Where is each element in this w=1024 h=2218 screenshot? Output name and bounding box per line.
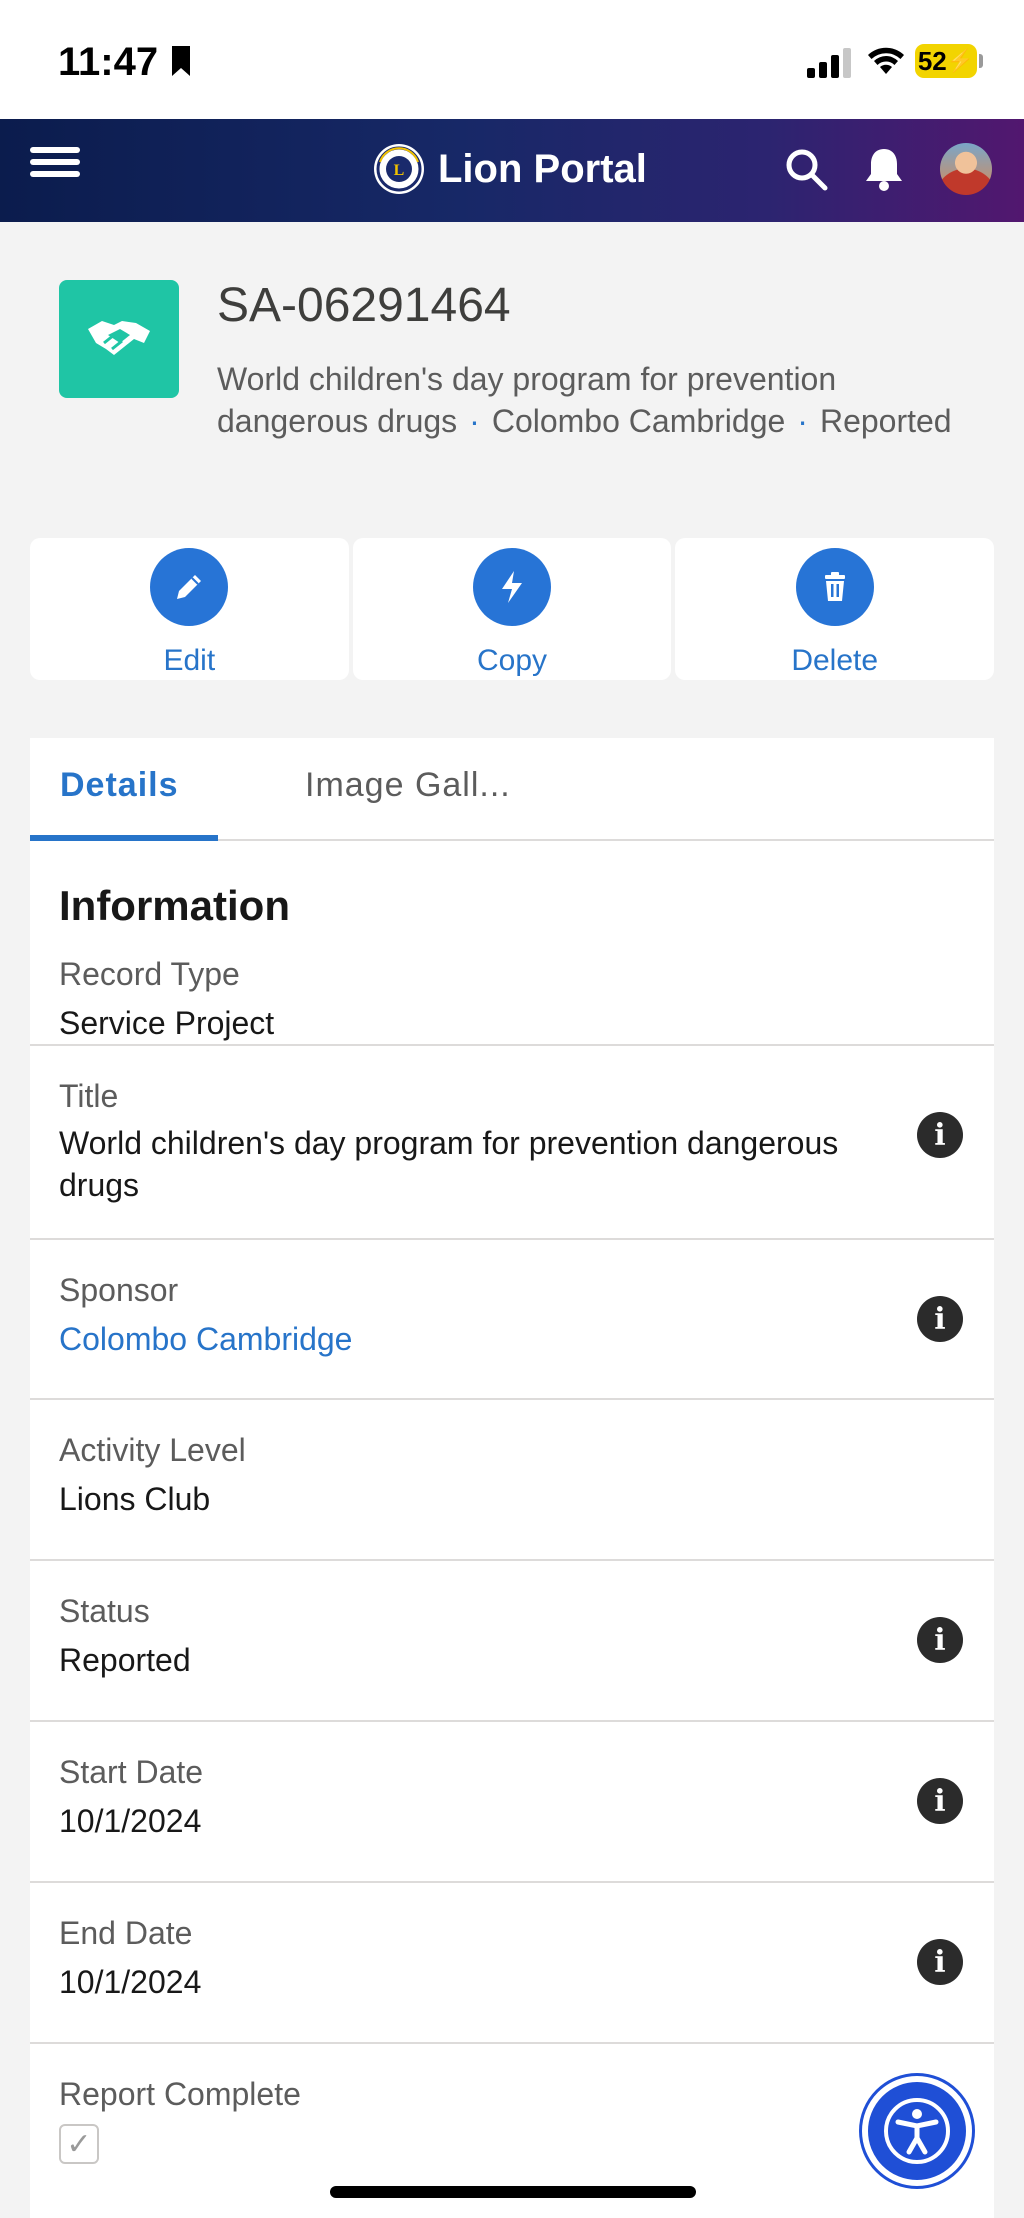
- battery-cap: [979, 54, 983, 68]
- report-complete-checkbox: ✓: [59, 2124, 99, 2164]
- record-subtitle: World children's day program for prevent…: [217, 358, 957, 442]
- avatar[interactable]: [940, 143, 992, 195]
- field-record-type: Record Type Service Project: [30, 938, 994, 1046]
- active-tab-indicator: [30, 835, 218, 841]
- field-label: Activity Level: [59, 1432, 246, 1468]
- details-card: Details Image Gall... Information Record…: [30, 738, 994, 2218]
- field-status: Status Reported i: [30, 1561, 994, 1722]
- record-id: SA-06291464: [217, 279, 511, 332]
- home-indicator: [330, 2186, 696, 2198]
- app-name: Lion Portal: [438, 146, 647, 191]
- section-title: Information: [59, 882, 290, 929]
- field-value: Lions Club: [59, 1481, 211, 1517]
- field-label: Start Date: [59, 1754, 204, 1790]
- search-icon[interactable]: [782, 145, 830, 193]
- battery-level: 52: [917, 45, 947, 76]
- status-time: 11:47: [58, 40, 159, 84]
- battery-indicator: 52 ⚡: [915, 44, 977, 78]
- handshake-icon: [88, 321, 150, 355]
- info-icon[interactable]: i: [917, 1112, 963, 1158]
- tab-image-gallery[interactable]: Image Gall...: [305, 766, 511, 805]
- subtitle-status: Reported: [819, 403, 952, 439]
- wifi-icon: [868, 47, 904, 74]
- bell-icon[interactable]: [858, 143, 910, 195]
- copy-label: Copy: [476, 644, 548, 677]
- accessibility-button[interactable]: [862, 2076, 972, 2186]
- field-start-date: Start Date 10/1/2024 i: [30, 1722, 994, 1883]
- cellular-signal-icon: [807, 48, 851, 78]
- sponsor-link[interactable]: Colombo Cambridge: [59, 1318, 352, 1360]
- field-value: Service Project: [59, 1005, 275, 1041]
- separator-dot: ·: [469, 403, 480, 439]
- field-label: Report Complete: [59, 2076, 301, 2112]
- pencil-icon: [150, 548, 229, 626]
- field-label: End Date: [59, 1915, 193, 1951]
- field-label: Status: [59, 1593, 150, 1629]
- tab-details[interactable]: Details: [60, 766, 179, 805]
- delete-button[interactable]: Delete: [675, 538, 995, 680]
- edit-button[interactable]: Edit: [30, 538, 349, 680]
- accessibility-icon: [884, 2098, 950, 2164]
- field-label: Record Type: [59, 956, 240, 992]
- field-value: 10/1/2024: [59, 1803, 202, 1839]
- field-value: Reported: [59, 1642, 191, 1678]
- field-value: World children's day program for prevent…: [59, 1125, 839, 1203]
- status-bar: 11:47 52 ⚡: [0, 0, 1024, 119]
- copy-button[interactable]: Copy: [352, 538, 672, 680]
- info-icon[interactable]: i: [917, 1296, 963, 1342]
- field-label: Title: [59, 1078, 119, 1114]
- svg-text:L: L: [394, 162, 405, 179]
- service-activity-icon: [59, 280, 179, 398]
- delete-label: Delete: [791, 644, 879, 677]
- field-value: 10/1/2024: [59, 1964, 202, 2000]
- separator-dot: ·: [797, 403, 808, 439]
- tab-bar: Details Image Gall...: [30, 738, 994, 841]
- field-title: Title World children's day program for p…: [30, 1046, 994, 1240]
- lions-logo-icon: L: [374, 144, 424, 194]
- bookmark-icon: [172, 46, 190, 76]
- subtitle-sponsor: Colombo Cambridge: [491, 403, 786, 439]
- app-header: L Lion Portal: [0, 119, 1024, 222]
- field-activity-level: Activity Level Lions Club: [30, 1400, 994, 1561]
- menu-icon[interactable]: [30, 141, 80, 191]
- field-end-date: End Date 10/1/2024 i: [30, 1883, 994, 2044]
- action-bar: Edit Copy Delete: [30, 538, 995, 680]
- brand: L Lion Portal: [372, 139, 647, 199]
- trash-icon: [795, 548, 874, 626]
- field-label: Sponsor: [59, 1272, 179, 1308]
- field-sponsor: Sponsor Colombo Cambridge i: [30, 1240, 994, 1400]
- info-icon[interactable]: i: [917, 1778, 963, 1824]
- info-icon[interactable]: i: [917, 1617, 963, 1663]
- charging-bolt-icon: ⚡: [946, 48, 975, 73]
- edit-label: Edit: [163, 644, 216, 677]
- lightning-icon: [473, 548, 551, 626]
- info-icon[interactable]: i: [917, 1939, 963, 1985]
